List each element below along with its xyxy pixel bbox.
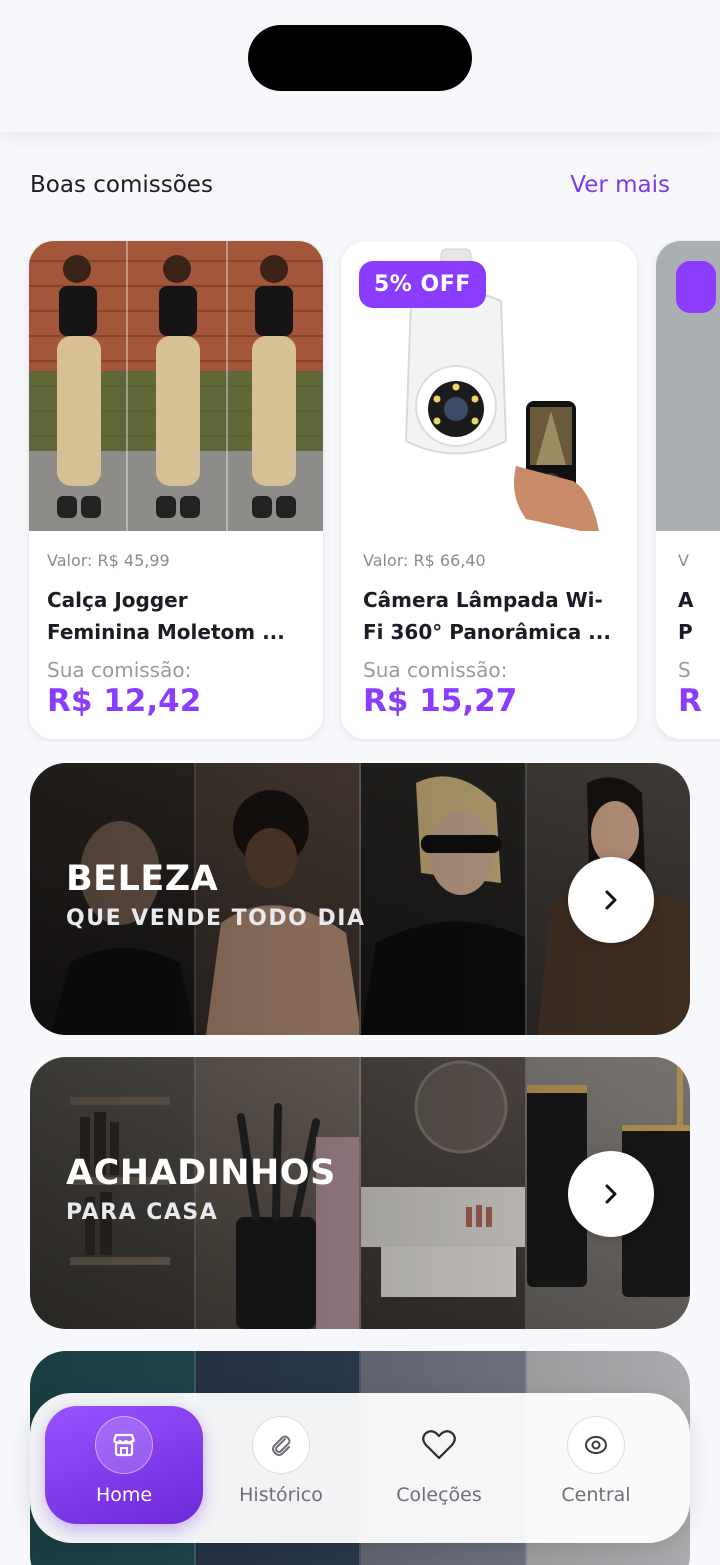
product-name-line1: Calça Jogger <box>47 588 188 612</box>
see-more-link[interactable]: Ver mais <box>570 172 670 198</box>
discount-badge-partial <box>676 261 716 313</box>
product-price: Valor: R$ 45,99 <box>47 551 170 570</box>
banner-subtitle: QUE VENDE TODO DIA <box>66 906 366 931</box>
nav-item-historico[interactable]: Histórico <box>202 1406 360 1524</box>
product-price: V <box>678 551 689 570</box>
product-name-line2: P <box>678 620 693 644</box>
nav-icon-circle <box>567 1416 625 1474</box>
nav-icon-circle <box>410 1416 468 1474</box>
eye-icon <box>585 1436 607 1454</box>
product-image <box>29 241 323 531</box>
nav-icon-circle <box>252 1416 310 1474</box>
nav-item-colecoes[interactable]: Coleções <box>360 1406 518 1524</box>
paperclip-icon <box>272 1435 291 1456</box>
banner-arrow-button[interactable] <box>568 857 654 943</box>
product-image <box>656 241 720 531</box>
commission-value: R$ 15,27 <box>363 683 518 719</box>
nav-icon-circle <box>95 1416 153 1474</box>
category-banner-achadinhos[interactable]: ACHADINHOS PARA CASA <box>30 1057 690 1329</box>
product-card[interactable]: 5% OFF Valor: R$ 66,40 Câmera Lâmpada Wi… <box>340 240 638 740</box>
camera-notch <box>248 25 472 91</box>
section-header: Boas comissões Ver mais <box>30 168 670 202</box>
chevron-right-icon <box>605 890 617 910</box>
banner-subtitle: PARA CASA <box>66 1200 219 1225</box>
product-name-line1: Câmera Lâmpada Wi- <box>363 588 603 612</box>
commission-label: Sua comissão: <box>363 658 508 682</box>
banner-title: ACHADINHOS <box>66 1153 336 1193</box>
nav-item-central[interactable]: Central <box>517 1406 675 1524</box>
nav-label: Histórico <box>239 1484 323 1506</box>
section-title: Boas comissões <box>30 172 213 198</box>
product-price: Valor: R$ 66,40 <box>363 551 486 570</box>
banner-title: BELEZA <box>66 859 219 899</box>
category-banner-beleza[interactable]: BELEZA QUE VENDE TODO DIA <box>30 763 690 1035</box>
commission-value: R$ 12,42 <box>47 683 202 719</box>
discount-badge: 5% OFF <box>359 261 486 308</box>
product-image: 5% OFF <box>341 241 637 531</box>
nav-item-home[interactable]: Home <box>45 1406 203 1524</box>
commission-label: S <box>678 658 691 682</box>
bottom-navigation: Home Histórico Coleções Central <box>30 1393 690 1543</box>
banner-arrow-button[interactable] <box>568 1151 654 1237</box>
product-carousel[interactable]: Valor: R$ 45,99 Calça Jogger Feminina Mo… <box>0 240 720 742</box>
product-name-line2: Fi 360° Panorâmica ... <box>363 620 611 644</box>
chevron-right-icon <box>605 1184 617 1204</box>
heart-icon <box>422 1430 456 1460</box>
product-card[interactable]: V A P S R <box>655 240 720 740</box>
nav-label: Home <box>95 1484 153 1506</box>
product-name-line2: Feminina Moletom ... <box>47 620 285 644</box>
nav-label: Coleções <box>396 1484 482 1506</box>
nav-label: Central <box>561 1484 631 1506</box>
product-name-line1: A <box>678 588 694 612</box>
status-bar <box>0 0 720 132</box>
product-card[interactable]: Valor: R$ 45,99 Calça Jogger Feminina Mo… <box>28 240 324 740</box>
commission-value: R <box>678 683 702 719</box>
store-icon <box>112 1433 136 1457</box>
commission-label: Sua comissão: <box>47 658 192 682</box>
